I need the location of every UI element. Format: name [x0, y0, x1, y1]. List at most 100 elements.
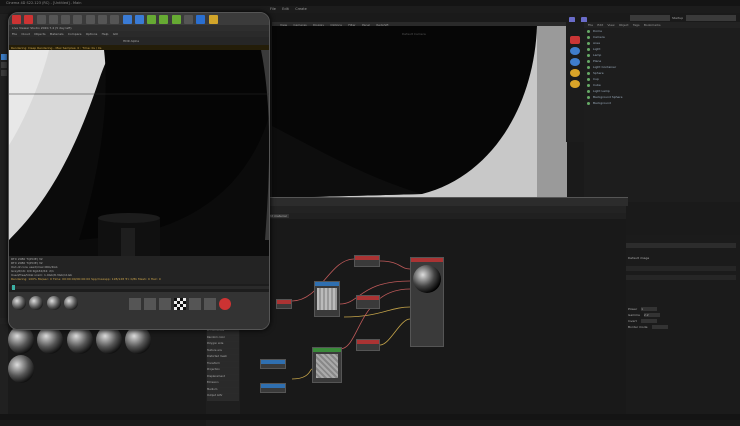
material-thumb[interactable] [63, 296, 78, 310]
lv-menu-item[interactable]: Objects [34, 32, 45, 36]
menu-item[interactable]: Edit [282, 6, 289, 13]
field-value[interactable] [640, 319, 657, 323]
attributes-row[interactable] [626, 266, 736, 271]
node-graph-canvas[interactable] [240, 219, 626, 420]
tag-icon[interactable] [129, 298, 141, 310]
object-row[interactable]: Background [584, 100, 740, 106]
attributes-row[interactable] [626, 275, 736, 280]
undo-icon[interactable] [24, 15, 34, 24]
node-box[interactable] [260, 383, 286, 393]
tag-icon-row [129, 298, 231, 310]
checker-icon[interactable] [174, 298, 186, 310]
move-icon[interactable] [36, 15, 46, 24]
scale-icon[interactable] [48, 15, 58, 24]
object-name: Camera [593, 35, 605, 39]
left-tool-palette [0, 14, 8, 420]
field-label: Border mode [628, 325, 648, 329]
node-list-item[interactable]: Output AOV [207, 394, 239, 401]
render-region-icon[interactable] [85, 15, 95, 24]
tag-icon[interactable] [144, 298, 156, 310]
material-thumb[interactable] [46, 296, 61, 310]
object-name: Dome [593, 29, 602, 33]
texture-preview [317, 288, 337, 310]
material-swatch[interactable] [8, 355, 34, 383]
lv-menu-item[interactable]: Materials [50, 32, 64, 36]
object-icon [587, 71, 590, 75]
floor-icon[interactable] [183, 15, 193, 24]
menu-item[interactable]: Create [295, 6, 307, 13]
lv-menu-item[interactable]: Compare [68, 32, 82, 36]
points-mode-icon[interactable] [1, 62, 7, 68]
lv-menu-item[interactable]: Options [86, 32, 98, 36]
environment-icon[interactable] [570, 58, 580, 66]
lv-menu-item[interactable]: Cloud [21, 32, 30, 36]
om-menu-item[interactable]: Object [619, 22, 629, 29]
axis-icon[interactable] [73, 15, 83, 24]
rotate-icon[interactable] [61, 15, 71, 24]
attributes-panel: Default image Power 1 Gamma 2.2 Invert Bor… [622, 235, 740, 420]
menu-item[interactable]: File [270, 6, 276, 13]
model-mode-icon[interactable] [1, 54, 7, 60]
render-settings-icon[interactable] [110, 15, 120, 24]
field-value[interactable]: 2.2 [643, 313, 660, 317]
material-thumb[interactable] [29, 296, 44, 310]
render-icon[interactable] [570, 36, 580, 44]
layout-label: Startup [672, 16, 684, 20]
om-menu-item[interactable]: View [607, 22, 614, 29]
edges-mode-icon[interactable] [1, 70, 7, 76]
lv-menu-item[interactable]: File [12, 32, 17, 36]
image-texture-node[interactable] [314, 281, 340, 317]
attribute-field[interactable]: Border mode [628, 324, 734, 330]
timeline-track[interactable] [11, 286, 269, 289]
field-value[interactable]: 1 [641, 307, 658, 311]
layout-dropdown[interactable] [686, 15, 736, 21]
timeline-playhead[interactable] [12, 285, 15, 290]
om-menu-item[interactable]: Bookmarks [644, 22, 661, 29]
layout-select[interactable] [630, 15, 670, 21]
render-preview[interactable] [9, 50, 269, 256]
light-icon[interactable] [208, 15, 218, 24]
camera-icon[interactable] [196, 15, 206, 24]
cube-icon[interactable] [122, 15, 132, 24]
live-viewer-bottom-toolbar [9, 292, 269, 329]
pen-icon[interactable] [134, 15, 144, 24]
sphere-icon[interactable] [570, 47, 580, 55]
main-viewport[interactable]: Default Camera [272, 26, 567, 198]
render-view-icon[interactable] [97, 15, 107, 24]
om-menu-item[interactable]: Tags [633, 22, 640, 29]
node-box[interactable] [356, 295, 380, 309]
material-thumb[interactable] [12, 296, 26, 310]
image-texture-node[interactable] [312, 347, 342, 383]
node-box[interactable] [276, 299, 292, 309]
lv-menu-item[interactable]: Help [102, 32, 109, 36]
field-label: Power [628, 307, 638, 311]
timeline[interactable] [9, 284, 269, 292]
node-box[interactable] [356, 339, 380, 351]
hdr-mode-select[interactable]: HDR Alpha [123, 39, 139, 43]
lv-menu-item[interactable]: GUI [113, 32, 118, 36]
material-output-node[interactable] [410, 257, 444, 347]
om-menu-item[interactable]: Edit [597, 22, 603, 29]
record-icon[interactable] [219, 298, 231, 310]
subdivision-icon[interactable] [147, 15, 157, 24]
light-icon[interactable] [570, 69, 580, 77]
material-swatch[interactable] [8, 326, 34, 354]
material-preview-sphere [413, 265, 441, 293]
om-menu-item[interactable]: File [588, 22, 593, 29]
deformer-icon[interactable] [171, 15, 181, 24]
material-swatch[interactable] [37, 326, 64, 354]
tag-icon[interactable] [189, 298, 201, 310]
render-icon[interactable] [12, 15, 21, 24]
object-name: Lamp [593, 53, 602, 57]
field-value[interactable] [651, 325, 668, 329]
material-swatch[interactable] [66, 326, 93, 354]
sun-icon[interactable] [570, 80, 580, 88]
material-swatch[interactable] [95, 326, 122, 354]
tag-icon[interactable] [159, 298, 171, 310]
tag-icon[interactable] [204, 298, 216, 310]
node-box[interactable] [354, 255, 380, 267]
status-bar [0, 414, 740, 420]
array-icon[interactable] [159, 15, 169, 24]
node-box[interactable] [260, 359, 286, 369]
material-swatch[interactable] [125, 326, 152, 354]
